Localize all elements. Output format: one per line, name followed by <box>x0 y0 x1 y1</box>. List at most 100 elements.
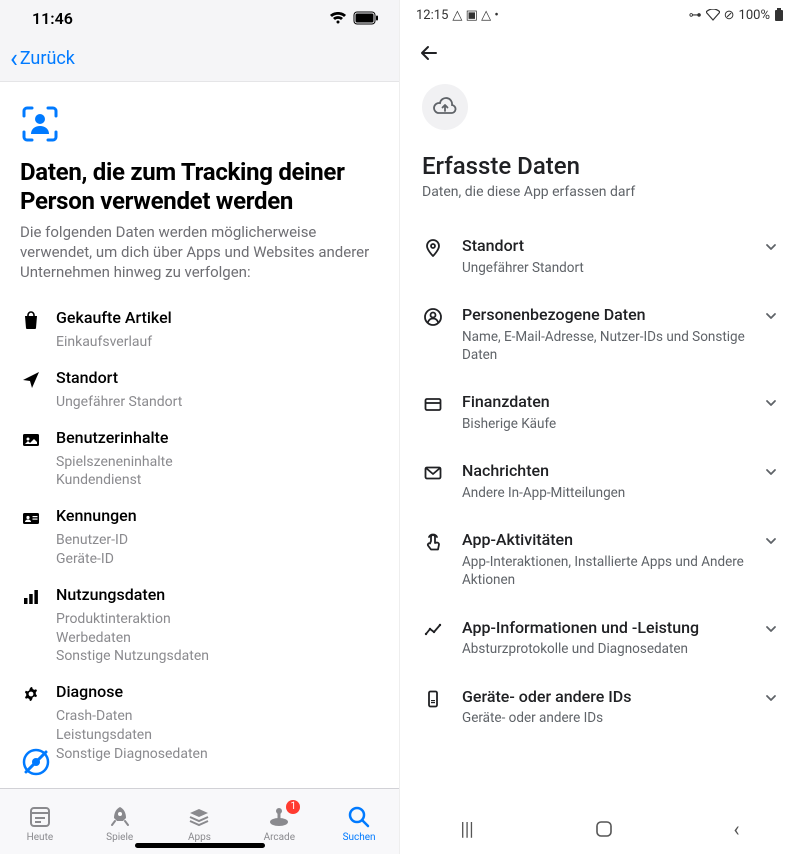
category-title: App-Aktivitäten <box>462 530 746 551</box>
ios-data-list: Gekaufte ArtikelEinkaufsverlaufStandortU… <box>20 298 379 769</box>
back-label: Zurück <box>20 48 75 69</box>
location-arrow-icon <box>20 368 42 412</box>
item-sublist: ProduktinteraktionWerbedatenSonstige Nut… <box>56 610 209 667</box>
no-tracking-icon <box>20 746 52 778</box>
bag-icon <box>20 308 42 352</box>
page-subtitle: Daten, die diese App erfassen darf <box>422 184 778 200</box>
data-category-row[interactable]: Geräte- oder andere IDsGeräte- oder ande… <box>422 673 778 742</box>
chevron-down-icon <box>764 687 778 705</box>
chevron-down-icon <box>764 618 778 636</box>
category-title: Geräte- oder andere IDs <box>462 687 746 708</box>
tab-today[interactable]: Heute <box>5 804 75 843</box>
bar-chart-icon <box>20 585 42 666</box>
wifi-icon <box>329 11 347 25</box>
category-title: App-Informationen und -Leistung <box>462 618 746 639</box>
ios-nav-bar: ‹ Zurück <box>0 36 399 82</box>
data-category-row[interactable]: App-Informationen und -LeistungAbsturzpr… <box>422 604 778 673</box>
ios-status-right <box>329 11 379 25</box>
item-sublist: Benutzer-IDGeräte-ID <box>56 531 137 569</box>
android-status-battery: 100% <box>739 8 770 23</box>
item-title: Benutzerinhalte <box>56 428 173 449</box>
item-title: Gekaufte Artikel <box>56 308 172 329</box>
back-nav-button[interactable]: ‹ <box>733 817 739 841</box>
tab-label: Suchen <box>343 832 376 843</box>
battery-icon <box>353 11 379 25</box>
item-sublist: Crash-DatenLeistungsdatenSonstige Diagno… <box>56 707 208 764</box>
chevron-down-icon <box>764 530 778 548</box>
ios-privacy-screen: 11:46 ‹ Zurück Daten, die zum Tracking d… <box>0 0 400 854</box>
category-subtitle: Andere In-App-Mitteilungen <box>462 484 746 502</box>
item-title: Diagnose <box>56 682 208 703</box>
android-status-time: 12:15 <box>416 8 448 23</box>
data-category-row[interactable]: StandortUngefährer Standort <box>422 222 778 291</box>
android-data-list: StandortUngefährer StandortPersonenbezog… <box>422 222 778 742</box>
category-title: Nachrichten <box>462 461 746 482</box>
item-subtitle: Kundendienst <box>56 471 173 490</box>
battery-icon <box>774 8 784 22</box>
privacy-item: Diagnose Crash-DatenLeistungsdatenSonstig… <box>20 672 379 769</box>
category-subtitle: Geräte- oder andere IDs <box>462 709 746 727</box>
user-content-icon <box>20 428 42 491</box>
mail-icon <box>422 461 444 483</box>
page-title: Erfasste Daten <box>422 152 778 180</box>
chevron-down-icon <box>764 305 778 323</box>
device-id-icon <box>422 687 444 709</box>
item-subtitle: Leistungsdaten <box>56 726 208 745</box>
tab-label: Spiele <box>106 832 133 843</box>
android-data-safety-screen: 12:15 △ ▣ △ • ⊶ ⊘ 100% <box>400 0 800 854</box>
tab-label: Apps <box>188 832 211 843</box>
category-title: Finanzdaten <box>462 392 746 413</box>
tab-label: Arcade <box>264 832 295 843</box>
chevron-down-icon <box>764 236 778 254</box>
item-subtitle: Produktinteraktion <box>56 610 209 629</box>
ios-status-bar: 11:46 <box>0 0 399 36</box>
page-title: Daten, die zum Tracking deiner Person ve… <box>20 158 379 216</box>
privacy-item: KennungenBenutzer-IDGeräte-ID <box>20 496 379 575</box>
touch-icon <box>422 530 444 552</box>
tab-badge: 1 <box>286 800 300 814</box>
item-subtitle: Sonstige Diagnosedaten <box>56 745 208 764</box>
item-subtitle: Sonstige Nutzungsdaten <box>56 647 209 666</box>
status-wifi-icon <box>706 9 720 21</box>
data-category-row[interactable]: Nachrichten Andere In-App-Mitteilungen <box>422 447 778 516</box>
cloud-upload-icon <box>422 84 468 130</box>
back-button[interactable] <box>412 36 446 70</box>
android-status-bar: 12:15 △ ▣ △ • ⊶ ⊘ 100% <box>400 0 800 30</box>
item-subtitle: Spielszeneninhalte <box>56 453 173 472</box>
recents-button[interactable]: ||| <box>460 819 473 840</box>
tracking-person-icon <box>20 104 379 144</box>
tab-arcade[interactable]: 1Arcade <box>244 804 314 843</box>
android-nav-buttons: ||| ‹ <box>400 804 800 854</box>
category-subtitle: App-Interaktionen, Installierte Apps und… <box>462 553 746 589</box>
tab-search[interactable]: Suchen <box>324 804 394 843</box>
android-content: Erfasste Daten Daten, die diese App erfa… <box>400 76 800 804</box>
item-subtitle: Geräte-ID <box>56 550 137 569</box>
privacy-item: StandortUngefährer Standort <box>20 358 379 418</box>
data-category-row[interactable]: App-AktivitätenApp-Interaktionen, Instal… <box>422 516 778 603</box>
person-icon <box>422 305 444 327</box>
status-notif-icons: △ ▣ △ • <box>452 8 498 23</box>
tab-rocket[interactable]: Spiele <box>85 804 155 843</box>
item-subtitle: Crash-Daten <box>56 707 208 726</box>
card-icon <box>422 392 444 414</box>
home-button[interactable] <box>595 820 613 838</box>
category-title: Personenbezogene Daten <box>462 305 746 326</box>
status-vpn-icon: ⊶ <box>689 8 702 23</box>
chevron-left-icon: ‹ <box>10 46 18 72</box>
category-title: Standort <box>462 236 746 257</box>
privacy-item: NutzungsdatenProduktinteraktionWerbedate… <box>20 575 379 672</box>
category-subtitle: Name, E-Mail-Adresse, Nutzer-IDs und Son… <box>462 328 746 364</box>
item-sublist: Ungefährer Standort <box>56 393 182 412</box>
data-category-row[interactable]: Finanzdaten Bisherige Käufe <box>422 378 778 447</box>
tab-stack[interactable]: Apps <box>164 804 234 843</box>
category-subtitle: Bisherige Käufe <box>462 415 746 433</box>
data-category-row[interactable]: Personenbezogene DatenName, E-Mail-Adres… <box>422 291 778 378</box>
chevron-down-icon <box>764 392 778 410</box>
back-button[interactable]: ‹ Zurück <box>10 46 75 72</box>
item-sublist: SpielszeneninhalteKundendienst <box>56 453 173 491</box>
category-subtitle: Absturzprotokolle und Diagnosedaten <box>462 640 746 658</box>
item-subtitle: Benutzer-ID <box>56 531 137 550</box>
android-nav-bar <box>400 30 800 76</box>
chevron-down-icon <box>764 461 778 479</box>
pin-icon <box>422 236 444 258</box>
